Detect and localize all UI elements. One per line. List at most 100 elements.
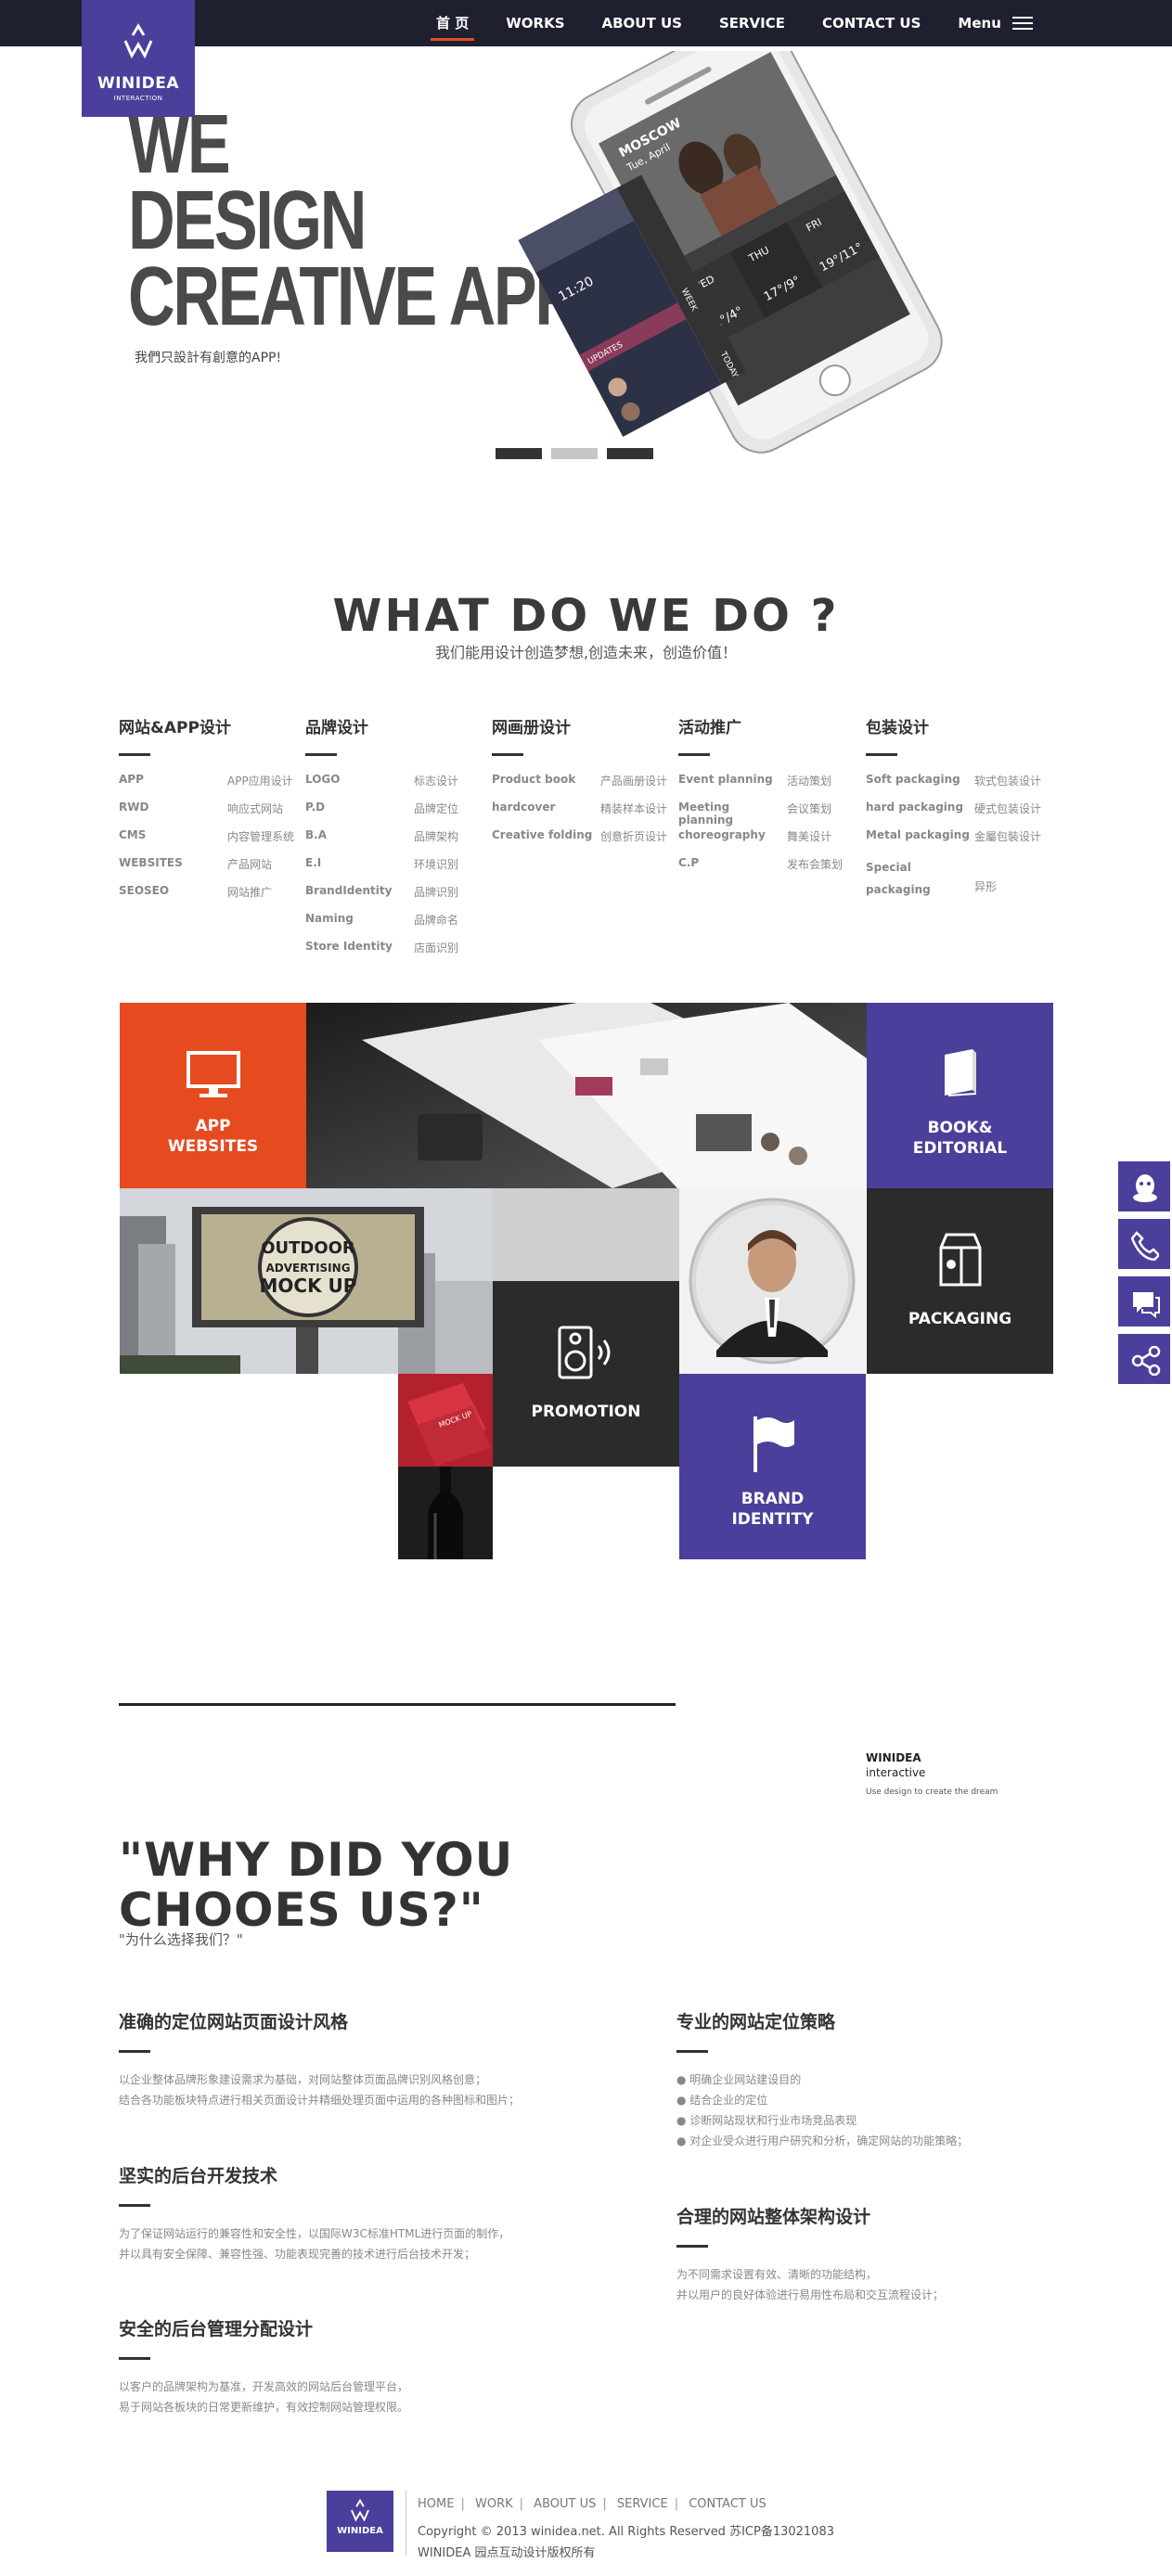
milk-carton-icon	[939, 1233, 982, 1287]
qq-icon	[1133, 1174, 1157, 1202]
service-row[interactable]: Special packaging 异形	[866, 856, 1051, 897]
service-row[interactable]: hardcover 精装样本设计	[492, 801, 677, 828]
float-qq-button[interactable]	[1116, 1160, 1172, 1213]
site-logo[interactable]: WINIDEA INTERACTION	[82, 0, 195, 117]
tile-app-websites[interactable]: APP WEBSITES	[120, 1003, 306, 1188]
slide-dot-3[interactable]	[607, 448, 653, 459]
service-row[interactable]: Soft packaging 软式包装设计	[866, 773, 1051, 801]
footer-logo[interactable]: WINIDEA	[327, 2491, 393, 2552]
tile-bottle-image[interactable]	[398, 1467, 493, 1559]
why-item-title: 专业的网站定位策略	[676, 2012, 836, 2032]
footer-link-about[interactable]: ABOUT US	[534, 2497, 596, 2511]
nav-about-us[interactable]: ABOUT US	[602, 0, 682, 46]
section-divider	[119, 1703, 676, 1706]
hero-title: WE DESIGN CREATIVE APP	[128, 98, 578, 339]
service-column-web-app: 网站&APP设计 APP APP应用设计 RWD 响应式网站 CMS 内容管理系统 W…	[119, 714, 304, 912]
service-row[interactable]: B.A 品牌架构	[305, 828, 491, 856]
service-row[interactable]: Product book 产品画册设计	[492, 773, 677, 801]
tile-label: PROMOTION	[531, 1403, 641, 1421]
service-row[interactable]: WEBSITES 产品网站	[119, 856, 304, 884]
why-item-admin: 安全的后台管理分配设计 以客户的品牌架构为基准，开发高效的网站后台管理平台， 易…	[119, 2315, 555, 2417]
footer-link-home[interactable]: HOME	[418, 2497, 454, 2511]
service-row[interactable]: P.D 品牌定位	[305, 801, 491, 828]
service-column-brochure: 网画册设计 Product book 产品画册设计 hardcover 精装样本设计…	[492, 714, 677, 856]
menu-label: Menu	[958, 15, 1001, 32]
float-share-button[interactable]	[1116, 1332, 1172, 1386]
why-item-text: 为不同需求设置有效、清晰的功能结构，	[676, 2268, 878, 2281]
footer-company: WINIDEA 园点互动设计版权所有	[418, 2546, 596, 2560]
nav-works[interactable]: WORKS	[506, 0, 564, 46]
service-row[interactable]: Creative folding 创意折页设计	[492, 828, 677, 856]
monitor-icon	[187, 1051, 240, 1097]
service-row[interactable]: hard packaging 硬式包装设计	[866, 801, 1051, 828]
tile-mockup-image[interactable]: MOCK UP	[398, 1374, 493, 1467]
service-row[interactable]: Metal packaging 金屬包裝设计	[866, 828, 1051, 856]
nav-home[interactable]: 首 页	[430, 0, 475, 46]
float-chat-button[interactable]	[1116, 1275, 1172, 1328]
slide-dot-2[interactable]	[551, 448, 598, 459]
service-row[interactable]: C.P 发布会策划	[678, 856, 864, 884]
why-item-text: ● 诊断网站现状和行业市场竞品表现	[676, 2114, 857, 2127]
service-row[interactable]: Naming 品牌命名	[305, 912, 491, 940]
tile-label: EDITORIAL	[912, 1139, 1008, 1158]
footer-link-service[interactable]: SERVICE	[617, 2497, 668, 2511]
tile-brand-identity[interactable]: BRAND IDENTITY	[679, 1374, 866, 1559]
service-row[interactable]: BrandIdentity 品牌识别	[305, 884, 491, 912]
service-column-title: 网站&APP设计	[119, 719, 231, 737]
slide-dot-1[interactable]	[496, 448, 542, 459]
footer-link-contact[interactable]: CONTACT US	[689, 2497, 766, 2511]
why-item-text: 并以具有安全保障、兼容性强、功能表现完善的技术进行后台技术开发；	[119, 2248, 476, 2261]
service-row[interactable]: Store Identity 店面识别	[305, 940, 491, 968]
why-item-positioning: 准确的定位网站页面设计风格 以企业整体品牌形象建设需求为基础，对网站整体页面品牌…	[119, 2008, 555, 2110]
why-item-architecture: 合理的网站整体架构设计 为不同需求设置有效、清晰的功能结构， 并以用户的良好体验…	[676, 2203, 1113, 2305]
tile-label: APP	[195, 1117, 231, 1135]
book-icon	[945, 1049, 977, 1096]
hero-subtitle: 我們只設計有創意的APP!	[135, 351, 282, 365]
why-item-text: ● 对企业受众进行用户研究和分析，确定网站的功能策略；	[676, 2134, 969, 2147]
service-row[interactable]: Event planning 活动策划	[678, 773, 864, 801]
footer-logo-name: WINIDEA	[337, 2526, 383, 2536]
service-row[interactable]: Meeting planning 会议策划	[678, 801, 864, 828]
service-column-title: 网画册设计	[492, 719, 571, 737]
service-row[interactable]: choreography 舞美设计	[678, 828, 864, 856]
float-phone-button[interactable]	[1116, 1217, 1172, 1271]
service-row[interactable]: E.I 环境识别	[305, 856, 491, 884]
service-row[interactable]: LOGO 标志设计	[305, 773, 491, 801]
phone-icon	[1131, 1231, 1159, 1261]
service-column-title: 活动推广	[678, 719, 741, 737]
service-row[interactable]: CMS 内容管理系统	[119, 828, 304, 856]
bottle-illustration	[398, 1467, 493, 1559]
nav-service[interactable]: SERVICE	[719, 0, 785, 46]
service-row[interactable]: SEOSEO 网站推广	[119, 884, 304, 912]
tile-book-editorial[interactable]: BOOK& EDITORIAL	[867, 1003, 1053, 1188]
why-item-text: ● 结合企业的定位	[676, 2094, 768, 2107]
service-row[interactable]: APP APP应用设计	[119, 773, 304, 801]
menu-button[interactable]: Menu	[958, 15, 1033, 32]
main-nav: 首 页 WORKS ABOUT US SERVICE CONTACT US Me…	[430, 0, 1033, 46]
tile-promotion[interactable]: PROMOTION	[493, 1281, 679, 1467]
tile-portrait-image[interactable]	[679, 1188, 866, 1374]
why-item-title: 合理的网站整体架构设计	[676, 2207, 871, 2227]
why-title-line-1: "WHY DID YOU	[119, 1833, 514, 1887]
footer-links: HOME | WORK | ABOUT US | SERVICE | CONTACT U…	[418, 2497, 766, 2511]
why-item-text: 以客户的品牌架构为基准，开发高效的网站后台管理平台，	[119, 2380, 409, 2393]
why-item-strategy: 专业的网站定位策略 ● 明确企业网站建设目的 ● 结合企业的定位 ● 诊断网站现…	[676, 2008, 1113, 2151]
logo-name: WINIDEA	[97, 74, 179, 93]
why-item-text: 易于网站各板块的日常更新维护，有效控制网站管理权限。	[119, 2401, 409, 2414]
tile-label: IDENTITY	[731, 1510, 814, 1529]
chat-icon	[1133, 1292, 1160, 1318]
footer-logo-mark-icon	[351, 2498, 369, 2522]
why-item-text: ● 明确企业网站建设目的	[676, 2073, 802, 2086]
hero-line-1: WE	[128, 98, 231, 191]
tile-web-mockup-image[interactable]	[306, 1003, 867, 1188]
why-title: "WHY DID YOU CHOOES US?"	[119, 1835, 513, 1935]
tile-billboard-image[interactable]: OUTDOOR ADVERTISING MOCK UP	[120, 1188, 493, 1374]
service-row[interactable]: RWD 响应式网站	[119, 801, 304, 828]
tile-packaging[interactable]: PACKAGING	[867, 1188, 1053, 1374]
footer-link-work[interactable]: WORK	[475, 2497, 513, 2511]
billboard-text-2: ADVERTISING	[265, 1262, 350, 1275]
nav-contact-us[interactable]: CONTACT US	[822, 0, 921, 46]
why-item-text: 结合各功能板块特点进行相关页面设计并精细处理页面中运用的各种图标和图片；	[119, 2094, 521, 2107]
tile-label: PACKAGING	[908, 1310, 1012, 1328]
tile-gray-block	[493, 1188, 679, 1281]
